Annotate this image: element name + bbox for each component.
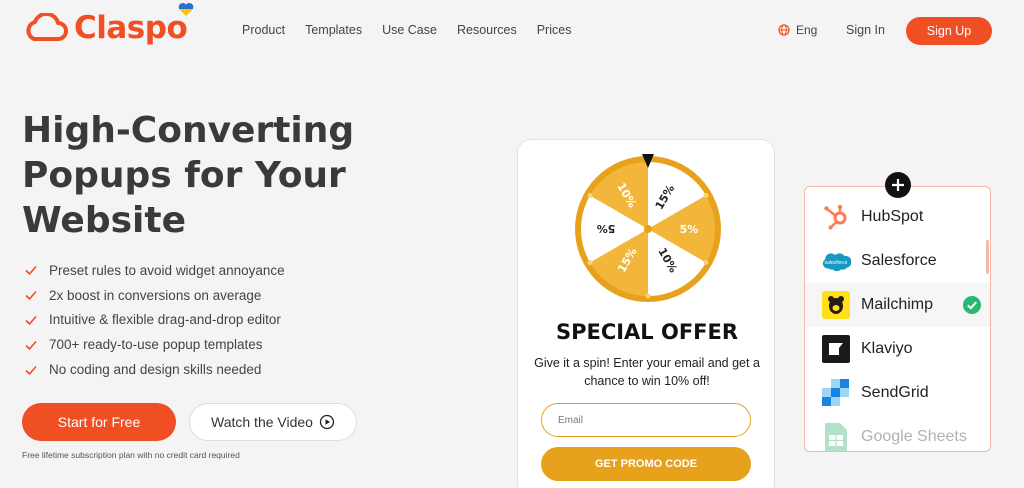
klaviyo-icon bbox=[821, 334, 851, 364]
feature-text: No coding and design skills needed bbox=[49, 362, 262, 378]
feature-item: Intuitive & flexible drag-and-drop edito… bbox=[24, 308, 285, 333]
checkmark-icon bbox=[25, 291, 37, 301]
feature-text: Intuitive & flexible drag-and-drop edito… bbox=[49, 312, 281, 328]
offer-description: Give it a spin! Enter your email and get… bbox=[534, 356, 760, 388]
feature-text: Preset rules to avoid widget annoyance bbox=[49, 262, 285, 278]
wheel-segment-label: 5% bbox=[597, 222, 616, 235]
get-promo-code-button[interactable]: GET PROMO CODE bbox=[541, 447, 751, 481]
feature-list: Preset rules to avoid widget annoyance 2… bbox=[24, 258, 285, 382]
nav-use-case[interactable]: Use Case bbox=[382, 23, 437, 37]
integration-mailchimp[interactable]: Mailchimp bbox=[805, 283, 990, 327]
integration-hubspot[interactable]: HubSpot bbox=[805, 195, 990, 239]
spin-wheel-popup: 15% 5% 10% 15% 5% 10% SPECIAL OFFER Give… bbox=[517, 139, 775, 488]
mailchimp-icon bbox=[821, 290, 851, 320]
google-sheets-icon bbox=[821, 422, 851, 451]
hero-title-line: Popups for Your bbox=[22, 155, 346, 196]
language-label: Eng bbox=[796, 23, 818, 37]
hero-title-line: Website bbox=[22, 200, 187, 241]
checkmark-icon bbox=[25, 340, 37, 350]
hero-title-line: High-Converting bbox=[22, 110, 355, 151]
feature-text: 700+ ready-to-use popup templates bbox=[49, 337, 263, 353]
integration-name: Google Sheets bbox=[861, 428, 967, 445]
globe-icon bbox=[778, 24, 790, 36]
watch-video-button[interactable]: Watch the Video bbox=[189, 403, 357, 441]
logo-text: Claspo bbox=[74, 10, 188, 46]
feature-item: 2x boost in conversions on average bbox=[24, 283, 285, 308]
integration-name: SendGrid bbox=[861, 384, 929, 401]
feature-text: 2x boost in conversions on average bbox=[49, 287, 262, 303]
plus-icon bbox=[885, 172, 911, 198]
checkmark-icon bbox=[25, 365, 37, 375]
checkmark-icon bbox=[25, 315, 37, 326]
wheel-segment-label: 5% bbox=[680, 223, 699, 236]
integration-sendgrid[interactable]: SendGrid bbox=[805, 371, 990, 415]
sign-up-button[interactable]: Sign Up bbox=[906, 17, 992, 45]
spin-wheel[interactable]: 15% 5% 10% 15% 5% 10% bbox=[573, 154, 723, 304]
feature-item: 700+ ready-to-use popup templates bbox=[24, 332, 285, 357]
header: Claspo Product Templates Use Case Resour… bbox=[0, 0, 1024, 62]
hero-title: High-Converting Popups for Your Website bbox=[22, 108, 382, 243]
checkmark-icon bbox=[25, 266, 37, 276]
integration-name: Salesforce bbox=[861, 252, 937, 269]
main-nav: Product Templates Use Case Resources Pri… bbox=[242, 23, 591, 37]
integrations-list: HubSpot salesforce Salesforce Mailchimp bbox=[804, 186, 991, 452]
ukraine-heart-icon bbox=[178, 2, 194, 17]
nav-prices[interactable]: Prices bbox=[537, 23, 572, 37]
play-icon bbox=[319, 414, 335, 430]
integration-name: HubSpot bbox=[861, 208, 924, 225]
integration-name: Klaviyo bbox=[861, 340, 913, 357]
watch-video-label: Watch the Video bbox=[211, 414, 313, 430]
salesforce-icon: salesforce bbox=[821, 246, 851, 276]
feature-item: No coding and design skills needed bbox=[24, 357, 285, 382]
salesforce-logo-text: salesforce bbox=[825, 260, 848, 266]
nav-product[interactable]: Product bbox=[242, 23, 285, 37]
integrations-scrollbar[interactable] bbox=[986, 240, 989, 274]
integration-klaviyo[interactable]: Klaviyo bbox=[805, 327, 990, 371]
integration-salesforce[interactable]: salesforce Salesforce bbox=[805, 239, 990, 283]
integration-google-sheets[interactable]: Google Sheets bbox=[805, 415, 990, 451]
nav-resources[interactable]: Resources bbox=[457, 23, 517, 37]
offer-title: SPECIAL OFFER bbox=[555, 320, 739, 344]
logo[interactable]: Claspo bbox=[22, 10, 188, 46]
start-for-free-button[interactable]: Start for Free bbox=[22, 403, 176, 441]
sendgrid-icon bbox=[821, 378, 851, 408]
cloud-logo-icon bbox=[26, 13, 68, 41]
email-field[interactable] bbox=[541, 403, 751, 437]
sign-in-link[interactable]: Sign In bbox=[846, 23, 885, 37]
feature-item: Preset rules to avoid widget annoyance bbox=[24, 258, 285, 283]
nav-templates[interactable]: Templates bbox=[305, 23, 362, 37]
fine-print: Free lifetime subscription plan with no … bbox=[22, 450, 240, 460]
language-selector[interactable]: Eng bbox=[778, 23, 817, 37]
check-circle-icon bbox=[963, 296, 981, 314]
integration-name: Mailchimp bbox=[861, 296, 934, 313]
hubspot-icon bbox=[821, 202, 851, 232]
